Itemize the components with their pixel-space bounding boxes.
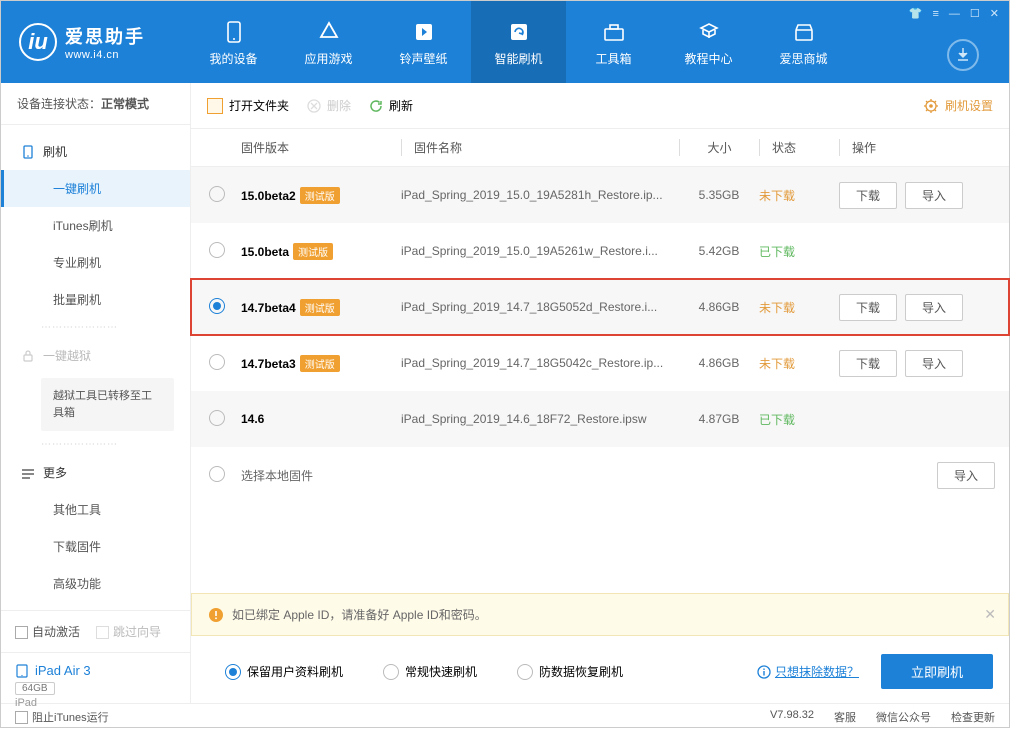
device-storage: 64GB bbox=[15, 682, 55, 695]
sidebar-more-1[interactable]: 下载固件 bbox=[1, 528, 190, 565]
col-status: 状态 bbox=[759, 139, 839, 156]
device-icon bbox=[222, 18, 246, 46]
sidebar-group-more[interactable]: 更多 bbox=[1, 454, 190, 491]
sidebar-more-2[interactable]: 高级功能 bbox=[1, 565, 190, 602]
check-update-link[interactable]: 检查更新 bbox=[951, 709, 995, 725]
divider: ⋯⋯⋯⋯⋯⋯⋯ bbox=[1, 318, 190, 337]
col-version: 固件版本 bbox=[241, 139, 401, 156]
sidebar-item-1[interactable]: iTunes刷机 bbox=[1, 207, 190, 244]
nav-tutorial[interactable]: 教程中心 bbox=[661, 1, 756, 83]
nav-flash[interactable]: 智能刷机 bbox=[471, 1, 566, 83]
col-name: 固件名称 bbox=[401, 139, 679, 156]
download-button[interactable]: 下载 bbox=[839, 350, 897, 377]
open-folder-button[interactable]: 打开文件夹 bbox=[207, 97, 289, 114]
local-firmware-row[interactable]: 选择本地固件导入 bbox=[191, 447, 1009, 503]
download-button[interactable]: 下载 bbox=[839, 182, 897, 209]
flash-icon bbox=[507, 18, 531, 46]
win-menu-icon[interactable]: ≡ bbox=[932, 8, 938, 20]
sidebar-item-0[interactable]: 一键刷机 bbox=[1, 170, 190, 207]
option-fast-flash[interactable]: 常规快速刷机 bbox=[365, 663, 477, 680]
tutorial-icon bbox=[697, 18, 721, 46]
brand-name: 爱思助手 bbox=[65, 23, 145, 49]
row-radio[interactable] bbox=[209, 242, 225, 258]
auto-activate-checkbox[interactable]: 自动激活 bbox=[15, 623, 80, 640]
divider: ⋯⋯⋯⋯⋯⋯⋯ bbox=[1, 435, 190, 454]
firmware-row[interactable]: 15.0beta2测试版iPad_Spring_2019_15.0_19A528… bbox=[191, 167, 1009, 223]
nav-ringtone[interactable]: 铃声壁纸 bbox=[376, 1, 471, 83]
delete-button[interactable]: 删除 bbox=[307, 97, 351, 114]
nav-device[interactable]: 我的设备 bbox=[186, 1, 281, 83]
window-controls: 👕 ≡ — ☐ ✕ bbox=[909, 7, 999, 20]
download-manager-button[interactable] bbox=[947, 39, 979, 71]
sidebar-item-2[interactable]: 专业刷机 bbox=[1, 244, 190, 281]
toolbox-icon bbox=[602, 18, 626, 46]
apps-icon bbox=[317, 18, 341, 46]
firmware-row[interactable]: 14.6iPad_Spring_2019_14.6_18F72_Restore.… bbox=[191, 391, 1009, 447]
import-button[interactable]: 导入 bbox=[937, 462, 995, 489]
win-tshirt-icon[interactable]: 👕 bbox=[909, 7, 923, 20]
close-warning-button[interactable]: ✕ bbox=[984, 606, 996, 623]
nav-toolbox[interactable]: 工具箱 bbox=[566, 1, 661, 83]
download-button[interactable]: 下载 bbox=[839, 294, 897, 321]
logo-icon: iu bbox=[19, 23, 57, 61]
win-close-icon[interactable]: ✕ bbox=[990, 7, 999, 20]
win-maximize-icon[interactable]: ☐ bbox=[970, 7, 980, 20]
app-version: V7.98.32 bbox=[770, 709, 814, 725]
option-keep-data[interactable]: 保留用户资料刷机 bbox=[207, 663, 343, 680]
win-minimize-icon[interactable]: — bbox=[949, 8, 960, 20]
sidebar-item-3[interactable]: 批量刷机 bbox=[1, 281, 190, 318]
sidebar-more-0[interactable]: 其他工具 bbox=[1, 491, 190, 528]
skip-guide-checkbox[interactable]: 跳过向导 bbox=[96, 623, 161, 640]
device-status: 设备连接状态：正常模式 bbox=[1, 83, 190, 125]
block-itunes-checkbox[interactable]: 阻止iTunes运行 bbox=[15, 709, 109, 725]
firmware-row[interactable]: 15.0beta测试版iPad_Spring_2019_15.0_19A5261… bbox=[191, 223, 1009, 279]
firmware-row[interactable]: 14.7beta4测试版iPad_Spring_2019_14.7_18G505… bbox=[191, 279, 1009, 335]
sidebar-group-jailbreak: 一键越狱 bbox=[1, 337, 190, 374]
row-radio[interactable] bbox=[209, 466, 225, 482]
nav-apps[interactable]: 应用游戏 bbox=[281, 1, 376, 83]
import-button[interactable]: 导入 bbox=[905, 182, 963, 209]
col-action: 操作 bbox=[839, 139, 1009, 156]
refresh-button[interactable]: 刷新 bbox=[369, 97, 413, 114]
brand-url: www.i4.cn bbox=[65, 49, 145, 61]
ringtone-icon bbox=[412, 18, 436, 46]
brand-logo: iu 爱思助手 www.i4.cn bbox=[1, 1, 186, 83]
option-anti-recover[interactable]: 防数据恢复刷机 bbox=[499, 663, 623, 680]
customer-service-link[interactable]: 客服 bbox=[834, 709, 856, 725]
wechat-link[interactable]: 微信公众号 bbox=[876, 709, 931, 725]
row-radio[interactable] bbox=[209, 354, 225, 370]
jailbreak-note: 越狱工具已转移至工具箱 bbox=[41, 378, 174, 431]
device-type: iPad bbox=[15, 697, 176, 709]
row-radio[interactable] bbox=[209, 298, 225, 314]
flash-now-button[interactable]: 立即刷机 bbox=[881, 654, 993, 689]
flash-settings-button[interactable]: 刷机设置 bbox=[923, 97, 993, 114]
row-radio[interactable] bbox=[209, 186, 225, 202]
nav-shop[interactable]: 爱思商城 bbox=[756, 1, 851, 83]
firmware-row[interactable]: 14.7beta3测试版iPad_Spring_2019_14.7_18G504… bbox=[191, 335, 1009, 391]
sidebar-group-flash[interactable]: 刷机 bbox=[1, 133, 190, 170]
apple-id-warning: 如已绑定 Apple ID，请准备好 Apple ID和密码。 ✕ bbox=[191, 593, 1009, 636]
col-size: 大小 bbox=[679, 139, 759, 156]
erase-data-link[interactable]: 只想抹除数据？ bbox=[757, 663, 859, 680]
row-radio[interactable] bbox=[209, 410, 225, 426]
device-name[interactable]: iPad Air 3 bbox=[15, 663, 176, 678]
import-button[interactable]: 导入 bbox=[905, 350, 963, 377]
shop-icon bbox=[792, 18, 816, 46]
import-button[interactable]: 导入 bbox=[905, 294, 963, 321]
